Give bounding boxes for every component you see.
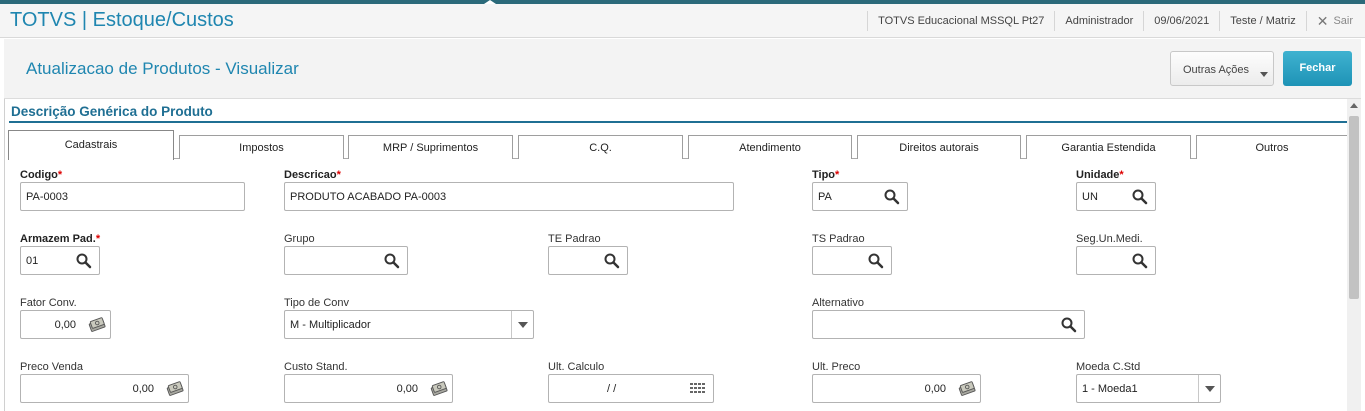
armazem-value: 01 [26, 255, 39, 267]
preco-venda-label: Preco Venda [20, 361, 83, 373]
codigo-field[interactable]: PA-0003 [20, 182, 245, 211]
scroll-thumb[interactable] [1349, 116, 1359, 299]
unidade-value: UN [1082, 191, 1098, 203]
grupo-label: Grupo [284, 233, 315, 245]
seg-un-label: Seg.Un.Medi. [1076, 233, 1143, 245]
page-title: Atualizacao de Produtos - Visualizar [26, 59, 299, 78]
moeda-cstd-label: Moeda C.Std [1076, 361, 1141, 373]
codigo-value: PA-0003 [26, 191, 68, 203]
tab-bar: Cadastrais Impostos MRP / Suprimentos C.… [8, 130, 1348, 160]
money-icon[interactable] [430, 380, 448, 398]
section-title: Descrição Genérica do Produto [11, 104, 213, 119]
search-icon[interactable] [867, 252, 885, 270]
search-icon[interactable] [883, 188, 901, 206]
chevron-down-icon [1260, 72, 1268, 77]
money-icon[interactable] [958, 380, 976, 398]
te-padrao-field[interactable] [548, 246, 628, 275]
tab-impostos[interactable]: Impostos [179, 135, 344, 159]
environment-label: TOTVS Educacional MSSQL Pt27 [867, 11, 1054, 31]
app-info: TOTVS Educacional MSSQL Pt27 Administrad… [867, 4, 1365, 38]
tab-cadastrais[interactable]: Cadastrais [8, 130, 174, 160]
close-icon: ✕ [1316, 13, 1329, 29]
tipo-value: PA [818, 191, 832, 203]
descricao-label: Descricao* [284, 169, 341, 181]
custo-stand-field[interactable]: 0,00 [284, 374, 453, 403]
ts-padrao-field[interactable] [812, 246, 892, 275]
vertical-scrollbar[interactable] [1347, 99, 1361, 411]
codigo-label: Codigo* [20, 169, 63, 181]
app-bar: TOTVS | Estoque/Custos TOTVS Educacional… [0, 4, 1365, 38]
close-button[interactable]: Fechar [1283, 51, 1352, 86]
money-icon[interactable] [88, 316, 106, 334]
page-header: Atualizacao de Produtos - Visualizar Out… [4, 39, 1361, 99]
tipo-conv-label: Tipo de Conv [284, 297, 350, 309]
grupo-field[interactable] [284, 246, 408, 275]
moeda-cstd-value: 1 - Moeda1 [1082, 383, 1138, 395]
form-frame: Descrição Genérica do Produto Cadastrais… [4, 99, 1361, 411]
moeda-cstd-dropdown-button[interactable] [1198, 375, 1220, 402]
tipo-field[interactable]: PA [812, 182, 908, 211]
fator-conv-value: 0,00 [54, 319, 76, 331]
tipo-conv-value: M - Multiplicador [290, 319, 371, 331]
tab-outros[interactable]: Outros [1196, 135, 1348, 159]
user-label[interactable]: Administrador [1054, 11, 1143, 31]
tipo-label: Tipo* [812, 169, 840, 181]
descricao-field[interactable]: PRODUTO ACABADO PA-0003 [284, 182, 734, 211]
tab-mrp-suprimentos[interactable]: MRP / Suprimentos [348, 135, 513, 159]
preco-venda-value: 0,00 [132, 383, 154, 395]
tab-cq[interactable]: C.Q. [518, 135, 683, 159]
scroll-up-icon[interactable] [1350, 103, 1358, 108]
tipo-conv-select[interactable]: M - Multiplicador [284, 310, 534, 339]
branch-label[interactable]: Teste / Matriz [1219, 11, 1305, 31]
search-icon[interactable] [1131, 188, 1149, 206]
armazem-field[interactable]: 01 [20, 246, 100, 275]
calendar-icon[interactable] [689, 380, 707, 398]
fator-conv-label: Fator Conv. [20, 297, 77, 309]
alternativo-field[interactable] [812, 310, 1085, 339]
chevron-down-icon [1205, 386, 1215, 392]
fator-conv-field[interactable]: 0,00 [20, 310, 111, 339]
exit-label: Sair [1333, 15, 1353, 27]
moeda-cstd-select[interactable]: 1 - Moeda1 [1076, 374, 1221, 403]
chevron-down-icon [518, 322, 528, 328]
ult-preco-label: Ult. Preco [812, 361, 861, 373]
search-icon[interactable] [603, 252, 621, 270]
search-icon[interactable] [1131, 252, 1149, 270]
ult-preco-value: 0,00 [924, 383, 946, 395]
te-padrao-label: TE Padrao [548, 233, 601, 245]
preco-venda-field[interactable]: 0,00 [20, 374, 189, 403]
custo-stand-value: 0,00 [396, 383, 418, 395]
tipo-conv-dropdown-button[interactable] [511, 311, 533, 338]
ts-padrao-label: TS Padrao [812, 233, 865, 245]
search-icon[interactable] [1060, 316, 1078, 334]
seg-un-field[interactable] [1076, 246, 1156, 275]
tab-garantia-estendida[interactable]: Garantia Estendida [1026, 135, 1191, 159]
alternativo-label: Alternativo [812, 297, 864, 309]
exit-button[interactable]: ✕ Sair [1305, 11, 1365, 31]
tab-atendimento[interactable]: Atendimento [688, 135, 852, 159]
unidade-field[interactable]: UN [1076, 182, 1156, 211]
date-label[interactable]: 09/06/2021 [1143, 11, 1219, 31]
ult-calculo-label: Ult. Calculo [548, 361, 605, 373]
search-icon[interactable] [383, 252, 401, 270]
search-icon[interactable] [75, 252, 93, 270]
ult-calculo-value: / / [607, 383, 617, 395]
descricao-value: PRODUTO ACABADO PA-0003 [290, 191, 447, 203]
custo-stand-label: Custo Stand. [284, 361, 348, 373]
ult-preco-field[interactable]: 0,00 [812, 374, 981, 403]
more-actions-label: Outras Ações [1183, 64, 1250, 76]
ult-calculo-field[interactable]: / / [548, 374, 714, 403]
app-title: TOTVS | Estoque/Custos [10, 9, 234, 31]
money-icon[interactable] [166, 380, 184, 398]
armazem-label: Armazem Pad.* [20, 233, 101, 245]
more-actions-button[interactable]: Outras Ações [1170, 51, 1274, 86]
section-divider [9, 121, 1347, 123]
tab-direitos-autorais[interactable]: Direitos autorais [857, 135, 1021, 159]
unidade-label: Unidade* [1076, 169, 1124, 181]
